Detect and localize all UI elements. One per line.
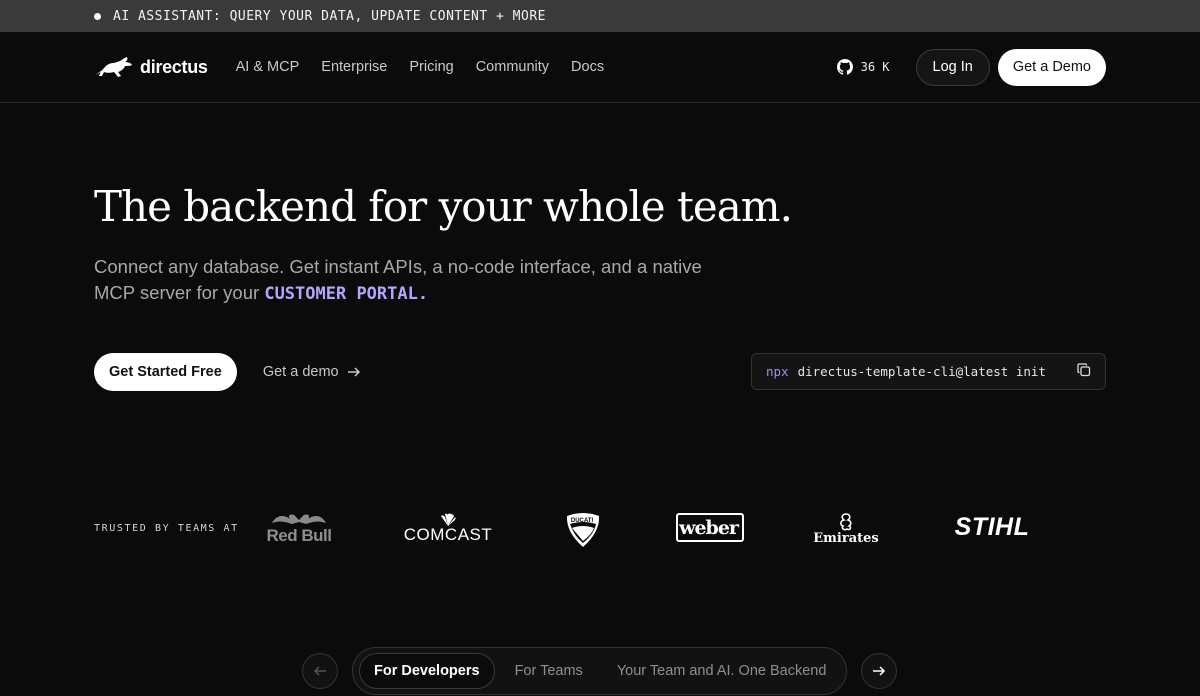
weber-logo: weber xyxy=(675,512,745,543)
get-a-demo-label: Get a demo xyxy=(262,364,339,380)
comcast-wordmark: COMCAST xyxy=(403,524,493,544)
redbull-wordmark: Red Bull xyxy=(266,526,332,545)
ducati-logo: DUCATI xyxy=(563,509,603,549)
brand-logo[interactable]: directus xyxy=(94,55,208,79)
nav-link-docs[interactable]: Docs xyxy=(571,59,604,75)
redbull-logo: Red Bull xyxy=(266,508,332,548)
arrow-right-icon xyxy=(873,666,886,676)
next-button[interactable] xyxy=(861,653,898,689)
tab-team-and-ai[interactable]: Your Team and AI. One Backend xyxy=(603,653,841,689)
nav-link-ai-mcp[interactable]: AI & MCP xyxy=(236,59,300,75)
audience-switcher: For Developers For Teams Your Team and A… xyxy=(302,646,898,696)
rabbit-logo-icon xyxy=(96,57,132,77)
nav-link-enterprise[interactable]: Enterprise xyxy=(321,59,387,75)
github-star-count: 36 K xyxy=(860,60,890,74)
brand-name: directus xyxy=(140,56,208,77)
cli-command-box: npx directus-template-cli@latest init xyxy=(751,353,1106,390)
tab-for-developers[interactable]: For Developers xyxy=(359,653,495,689)
stihl-logo: STIHL xyxy=(946,512,1038,542)
trusted-label: TRUSTED BY TEAMS AT xyxy=(94,522,239,534)
emirates-logo: Emirates xyxy=(813,508,879,550)
emirates-wordmark: Emirates xyxy=(813,531,879,546)
nav-actions: 36 K Log In Get a Demo xyxy=(836,48,1106,86)
stihl-wordmark: STIHL xyxy=(954,512,1030,541)
get-a-demo-link[interactable]: Get a demo xyxy=(263,364,361,380)
comcast-logo: COMCAST xyxy=(403,510,493,546)
cli-prefix: npx xyxy=(766,364,789,379)
hero-section: The backend for your whole team. Connect… xyxy=(0,103,1200,391)
top-nav: directus AI & MCP Enterprise Pricing Com… xyxy=(0,32,1200,103)
login-button[interactable]: Log In xyxy=(915,48,990,86)
prev-button[interactable] xyxy=(302,653,338,689)
hero-subtitle: Connect any database. Get instant APIs, … xyxy=(94,254,734,307)
nav-links: AI & MCP Enterprise Pricing Community Do… xyxy=(236,59,604,75)
nav-link-community[interactable]: Community xyxy=(476,59,549,75)
hero-title: The backend for your whole team. xyxy=(94,182,793,231)
get-demo-button[interactable]: Get a Demo xyxy=(997,48,1106,86)
nav-link-pricing[interactable]: Pricing xyxy=(409,59,453,75)
tab-for-teams[interactable]: For Teams xyxy=(501,653,597,689)
audience-tabs: For Developers For Teams Your Team and A… xyxy=(352,647,848,695)
dot-icon xyxy=(94,12,101,20)
announcement-text: AI ASSISTANT: QUERY YOUR DATA, UPDATE CO… xyxy=(113,8,546,24)
get-started-button[interactable]: Get Started Free xyxy=(94,353,237,391)
github-stars-link[interactable]: 36 K xyxy=(836,59,890,75)
arrow-right-icon xyxy=(347,367,360,377)
arrow-left-icon xyxy=(313,666,326,676)
hero-subtitle-highlight: CUSTOMER PORTAL. xyxy=(264,284,429,304)
copy-icon[interactable] xyxy=(1077,363,1091,380)
announcement-bar[interactable]: AI ASSISTANT: QUERY YOUR DATA, UPDATE CO… xyxy=(0,0,1200,32)
cli-command: directus-template-cli@latest init xyxy=(797,364,1046,379)
github-icon xyxy=(836,59,853,75)
weber-wordmark: weber xyxy=(679,516,739,539)
ducati-wordmark: DUCATI xyxy=(570,518,594,524)
